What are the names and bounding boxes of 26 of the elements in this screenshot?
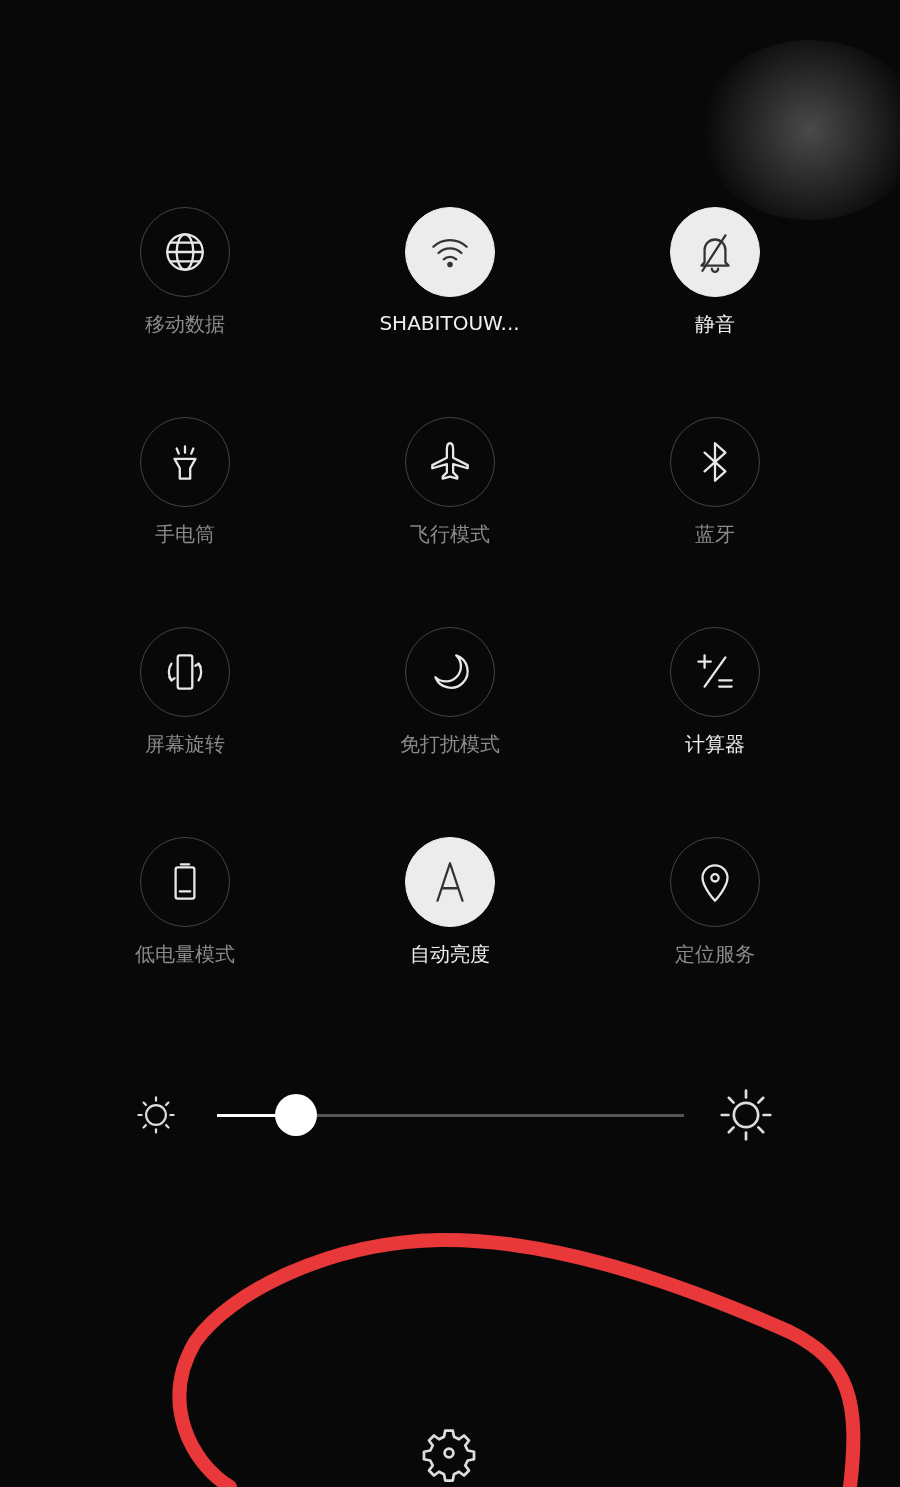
tile-label: 手电筒 xyxy=(154,521,215,548)
tile-label: 静音 xyxy=(694,311,735,338)
location-pin-icon xyxy=(700,864,729,902)
tile-label: 自动亮度 xyxy=(409,941,490,968)
tile-label: SHABITOUW... xyxy=(379,311,520,335)
battery-icon xyxy=(174,863,196,900)
letter-a-icon xyxy=(435,862,464,902)
tile-label: 蓝牙 xyxy=(694,521,735,548)
tile-label: 屏幕旋转 xyxy=(144,731,225,758)
flashlight-icon xyxy=(172,445,197,480)
tile-label: 低电量模式 xyxy=(134,941,235,968)
wifi-icon xyxy=(431,238,468,268)
bluetooth-icon xyxy=(702,442,727,482)
airplane-icon xyxy=(430,442,469,480)
tile-label: 飞行模式 xyxy=(409,521,490,548)
tile-label: 免打扰模式 xyxy=(399,731,500,758)
globe-icon xyxy=(165,233,204,271)
sun-small-icon xyxy=(134,1093,178,1137)
bell-muted-icon xyxy=(699,234,730,273)
screen-rotation-icon xyxy=(167,654,202,690)
tile-label: 移动数据 xyxy=(144,311,225,338)
moon-icon xyxy=(433,654,469,689)
sun-large-icon xyxy=(719,1088,773,1142)
tile-label: 定位服务 xyxy=(674,941,755,968)
calculator-icon xyxy=(696,654,733,688)
tile-label: 计算器 xyxy=(684,731,745,758)
